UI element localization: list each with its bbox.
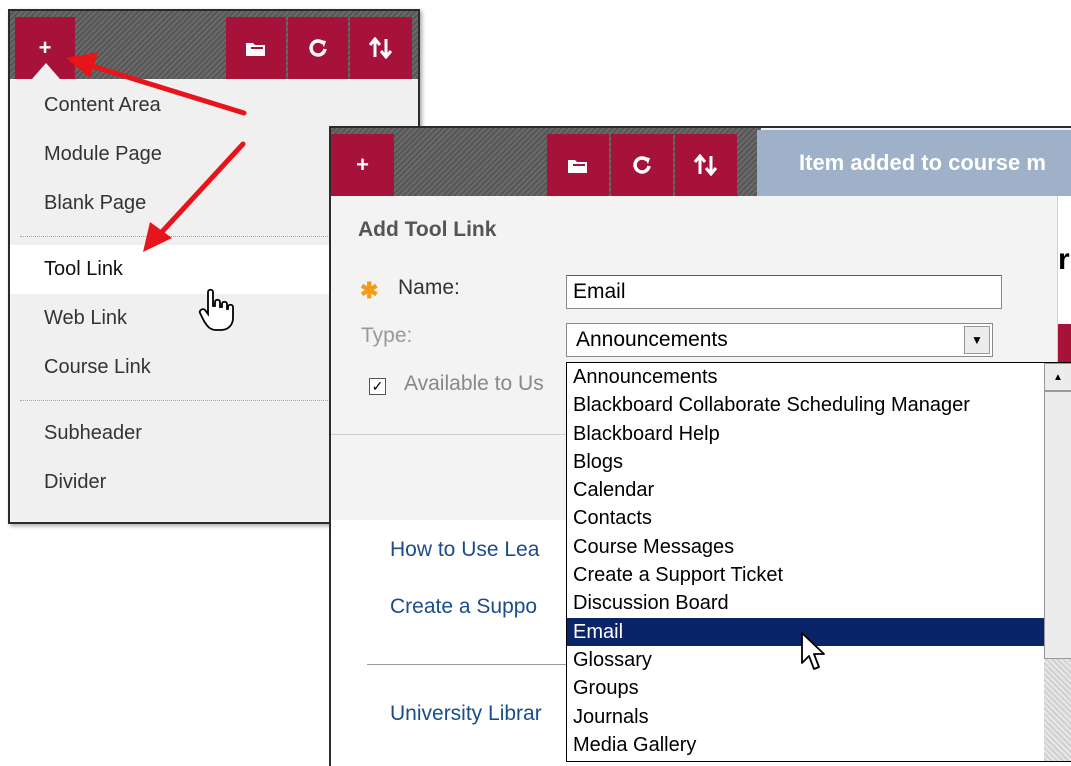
required-star-icon: ✱ bbox=[360, 278, 379, 303]
option-calendar[interactable]: Calendar bbox=[567, 476, 1071, 504]
refresh-icon[interactable] bbox=[288, 17, 348, 79]
refresh-icon[interactable] bbox=[611, 134, 673, 196]
option-course-messages[interactable]: Course Messages bbox=[567, 533, 1071, 561]
menu-item-content-area[interactable]: Content Area bbox=[10, 81, 418, 130]
hand-cursor-icon bbox=[198, 288, 234, 331]
sort-icon[interactable] bbox=[350, 17, 412, 79]
name-label: Name: bbox=[398, 276, 460, 299]
sort-icon[interactable] bbox=[675, 134, 737, 196]
arrow-cursor-icon bbox=[801, 632, 825, 670]
folder-icon[interactable] bbox=[226, 17, 286, 79]
dropdown-scrollbar[interactable]: ▲ bbox=[1044, 363, 1071, 761]
course-menu-toolbar: + bbox=[331, 128, 761, 196]
option-announcements[interactable]: Announcements bbox=[567, 363, 1071, 391]
type-select[interactable]: Announcements ▼ bbox=[566, 323, 993, 357]
type-label: Type: bbox=[361, 324, 413, 347]
folder-icon[interactable] bbox=[547, 134, 609, 196]
content-divider bbox=[367, 664, 587, 665]
option-media-gallery[interactable]: Media Gallery bbox=[567, 731, 1071, 759]
option-groups[interactable]: Groups bbox=[567, 674, 1071, 702]
scroll-thumb[interactable] bbox=[1044, 391, 1071, 659]
option-collaborate[interactable]: Blackboard Collaborate Scheduling Manage… bbox=[567, 391, 1071, 419]
partial-heading: r bbox=[1058, 243, 1070, 276]
available-checkbox[interactable]: ✓ bbox=[369, 378, 386, 395]
option-blackboard-help[interactable]: Blackboard Help bbox=[567, 420, 1071, 448]
type-select-value: Announcements bbox=[576, 328, 728, 351]
option-journals[interactable]: Journals bbox=[567, 703, 1071, 731]
red-bar bbox=[1058, 324, 1071, 364]
form-title: Add Tool Link bbox=[358, 218, 497, 241]
scroll-up-icon[interactable]: ▲ bbox=[1044, 363, 1071, 391]
option-contacts[interactable]: Contacts bbox=[567, 504, 1071, 532]
option-blogs[interactable]: Blogs bbox=[567, 448, 1071, 476]
link-university-library[interactable]: University Librar bbox=[390, 702, 542, 726]
menu-caret-icon bbox=[32, 63, 60, 79]
available-label: Available to Us bbox=[404, 372, 544, 395]
item-added-notice: Item added to course m bbox=[757, 130, 1071, 196]
type-dropdown-list: Announcements Blackboard Collaborate Sch… bbox=[566, 362, 1071, 762]
add-menu-item-button[interactable]: + bbox=[331, 134, 394, 196]
link-how-to-use[interactable]: How to Use Lea bbox=[390, 538, 539, 562]
option-discussion-board[interactable]: Discussion Board bbox=[567, 589, 1071, 617]
name-input[interactable]: Email bbox=[566, 275, 1002, 309]
course-menu-toolbar: + bbox=[10, 11, 418, 79]
link-create-support[interactable]: Create a Suppo bbox=[390, 595, 537, 619]
dropdown-arrow-icon[interactable]: ▼ bbox=[964, 326, 990, 354]
option-support-ticket[interactable]: Create a Support Ticket bbox=[567, 561, 1071, 589]
